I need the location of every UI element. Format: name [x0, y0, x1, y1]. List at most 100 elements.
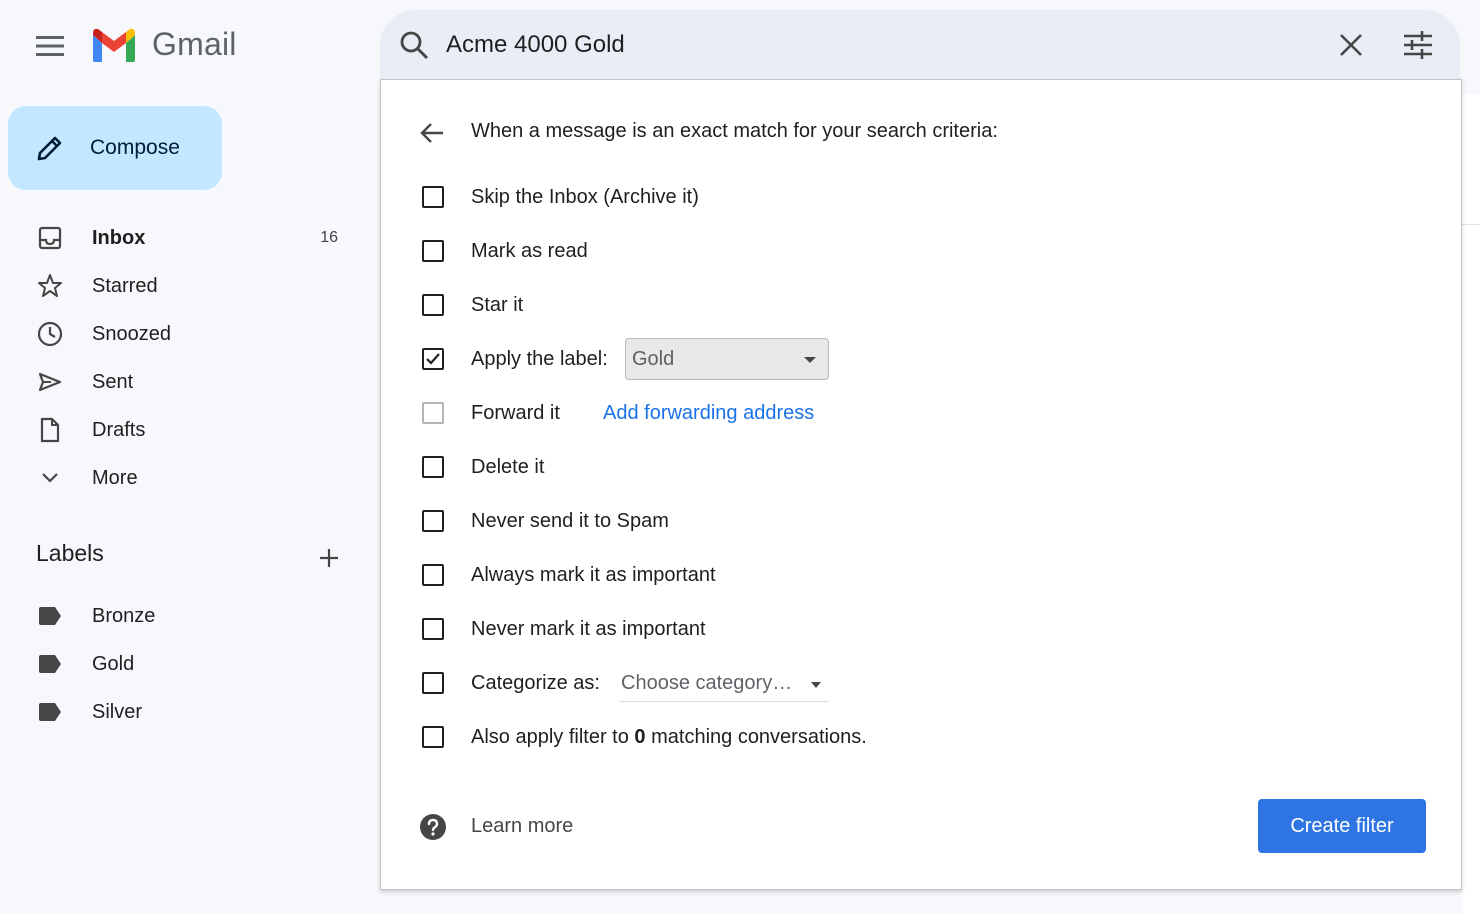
- matching-count: 0: [634, 726, 646, 748]
- option-label: Also apply filter to 0 matching conversa…: [471, 726, 867, 749]
- add-forwarding-address-link[interactable]: Add forwarding address: [603, 402, 814, 425]
- also-apply-suffix: matching conversations.: [645, 726, 867, 748]
- nav-item-drafts[interactable]: Drafts: [0, 406, 380, 454]
- option-apply-label: Apply the label: Gold: [381, 338, 1461, 380]
- unread-count: 16: [320, 229, 338, 246]
- apply-label-text: Apply the label:: [471, 348, 608, 370]
- nav-item-inbox[interactable]: Inbox 16: [0, 214, 380, 262]
- nav-label: Sent: [92, 370, 134, 393]
- option-also-apply: Also apply filter to 0 matching conversa…: [381, 717, 1461, 757]
- left-sidebar: Gmail Compose Inbox 16 Starred Snoozed S…: [0, 0, 380, 914]
- option-skip-inbox: Skip the Inbox (Archive it): [381, 177, 1461, 217]
- divider: [1462, 224, 1480, 225]
- gmail-logo[interactable]: Gmail: [90, 26, 237, 63]
- option-label: Skip the Inbox (Archive it): [471, 186, 699, 208]
- back-button[interactable]: [417, 118, 447, 148]
- never-spam-checkbox[interactable]: [422, 510, 444, 532]
- learn-more-link[interactable]: Learn more: [471, 815, 573, 838]
- main-content-edge: [1462, 94, 1480, 914]
- option-star: Star it: [381, 285, 1461, 325]
- delete-checkbox[interactable]: [422, 456, 444, 478]
- label-item-silver[interactable]: Silver: [0, 688, 380, 736]
- labels-list: Bronze Gold Silver: [0, 592, 380, 736]
- arrow-back-icon: [420, 123, 443, 143]
- never-important-checkbox[interactable]: [422, 618, 444, 640]
- category-select[interactable]: Choose category…: [619, 672, 829, 702]
- label-select[interactable]: Gold: [625, 338, 829, 380]
- search-input[interactable]: Acme 4000 Gold: [446, 31, 625, 59]
- also-apply-checkbox[interactable]: [422, 726, 444, 748]
- close-icon[interactable]: [1336, 30, 1366, 65]
- labels-heading: Labels: [36, 540, 104, 566]
- label-name: Bronze: [92, 604, 156, 627]
- hamburger-icon: [36, 36, 64, 56]
- option-never-important: Never mark it as important: [381, 609, 1461, 649]
- help-icon[interactable]: [419, 813, 447, 841]
- nav-item-sent[interactable]: Sent: [0, 358, 380, 406]
- option-label: Mark as read: [471, 240, 588, 262]
- label-icon: [34, 652, 66, 676]
- inbox-icon: [34, 226, 66, 250]
- dropdown-arrow-icon: [811, 682, 821, 688]
- search-bar: Acme 4000 Gold: [380, 10, 1460, 80]
- compose-label: Compose: [90, 136, 180, 159]
- create-filter-button[interactable]: Create filter: [1258, 799, 1426, 853]
- label-item-gold[interactable]: Gold: [0, 640, 380, 688]
- app-name: Gmail: [152, 26, 237, 62]
- nav-item-more[interactable]: More: [0, 454, 380, 502]
- nav-label: Snoozed: [92, 322, 171, 345]
- label-name: Gold: [92, 652, 135, 675]
- option-mark-read: Mark as read: [381, 231, 1461, 271]
- categorize-checkbox[interactable]: [422, 672, 444, 694]
- nav-item-snoozed[interactable]: Snoozed: [0, 310, 380, 358]
- option-never-spam: Never send it to Spam: [381, 501, 1461, 541]
- option-always-important: Always mark it as important: [381, 555, 1461, 595]
- option-delete: Delete it: [381, 447, 1461, 487]
- apply-label-checkbox[interactable]: [422, 348, 444, 370]
- tune-icon[interactable]: [1400, 30, 1436, 65]
- option-label: Delete it: [471, 456, 545, 478]
- chevron-down-icon: [34, 466, 66, 490]
- option-label: Never mark it as important: [471, 618, 706, 640]
- mark-read-checkbox[interactable]: [422, 240, 444, 262]
- option-label: Star it: [471, 294, 524, 316]
- option-label: Categorize as:: [471, 672, 600, 694]
- check-icon: [426, 353, 440, 365]
- file-icon: [34, 417, 66, 443]
- search-icon[interactable]: [398, 29, 430, 66]
- forward-checkbox[interactable]: [422, 402, 444, 424]
- nav-label: More: [92, 466, 138, 489]
- clock-icon: [34, 321, 66, 347]
- option-label: Apply the label:: [471, 348, 608, 371]
- label-icon: [34, 604, 66, 628]
- label-name: Silver: [92, 700, 143, 723]
- pencil-icon: [34, 132, 66, 164]
- nav-label: Drafts: [92, 418, 146, 441]
- create-label-button[interactable]: [312, 541, 346, 575]
- star-checkbox[interactable]: [422, 294, 444, 316]
- dropdown-arrow-icon: [804, 357, 816, 363]
- nav-item-starred[interactable]: Starred: [0, 262, 380, 310]
- nav-label: Starred: [92, 274, 158, 297]
- also-apply-prefix: Also apply filter to: [471, 726, 635, 748]
- label-item-bronze[interactable]: Bronze: [0, 592, 380, 640]
- main-menu-button[interactable]: [26, 22, 74, 70]
- compose-button[interactable]: Compose: [8, 106, 222, 190]
- label-select-value: Gold: [632, 348, 675, 370]
- nav-label: Inbox: [92, 226, 146, 249]
- option-forward: Forward it Add forwarding address: [381, 393, 1461, 433]
- send-icon: [34, 370, 66, 394]
- create-filter-panel: When a message is an exact match for you…: [380, 79, 1462, 890]
- option-label: Always mark it as important: [471, 564, 716, 586]
- option-categorize: Categorize as: Choose category…: [381, 663, 1461, 703]
- plus-icon: [320, 549, 338, 567]
- category-select-value: Choose category…: [621, 672, 793, 694]
- always-important-checkbox[interactable]: [422, 564, 444, 586]
- filter-heading: When a message is an exact match for you…: [471, 120, 998, 142]
- star-icon: [34, 274, 66, 298]
- label-icon: [34, 700, 66, 724]
- nav-list: Inbox 16 Starred Snoozed Sent Drafts Mor…: [0, 214, 380, 502]
- option-label: Forward it: [471, 402, 560, 424]
- skip-inbox-checkbox[interactable]: [422, 186, 444, 208]
- gmail-m-logo: [93, 28, 135, 62]
